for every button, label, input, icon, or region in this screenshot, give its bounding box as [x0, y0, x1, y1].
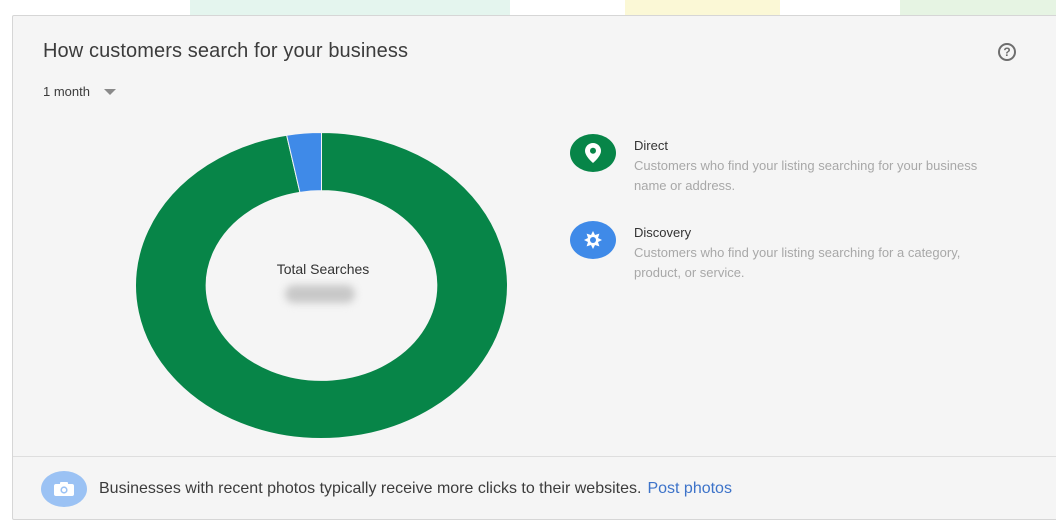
period-dropdown[interactable]: 1 month [43, 84, 116, 99]
discovery-icon [570, 221, 616, 259]
top-tint-green [190, 0, 510, 16]
search-insights-card: How customers search for your business ?… [12, 15, 1056, 520]
photo-tip-banner: Businesses with recent photos typically … [41, 471, 732, 507]
post-photos-link[interactable]: Post photos [647, 480, 732, 498]
legend-name-direct: Direct [634, 138, 668, 153]
legend-name-discovery: Discovery [634, 225, 692, 240]
top-tint-green-right [900, 0, 1056, 16]
legend-item-direct: Direct Customers who find your listing s… [570, 134, 994, 196]
card-title: How customers search for your business [43, 40, 409, 62]
total-searches-label: Total Searches [276, 261, 370, 277]
photo-tip-text: Businesses with recent photos typically … [99, 480, 642, 497]
legend-description-discovery: Customers who find your listing searchin… [634, 245, 961, 280]
location-pin-icon [570, 134, 616, 172]
footer-divider [13, 456, 1056, 457]
period-label: 1 month [43, 84, 90, 99]
legend-item-discovery: Discovery Customers who find your listin… [570, 221, 994, 283]
legend-description-direct: Customers who find your listing searchin… [634, 158, 978, 193]
help-icon[interactable]: ? [998, 43, 1016, 61]
total-searches-value-blurred [285, 285, 355, 303]
camera-icon[interactable] [41, 471, 87, 507]
chevron-down-icon [103, 88, 116, 95]
top-tint-yellow [625, 0, 780, 16]
